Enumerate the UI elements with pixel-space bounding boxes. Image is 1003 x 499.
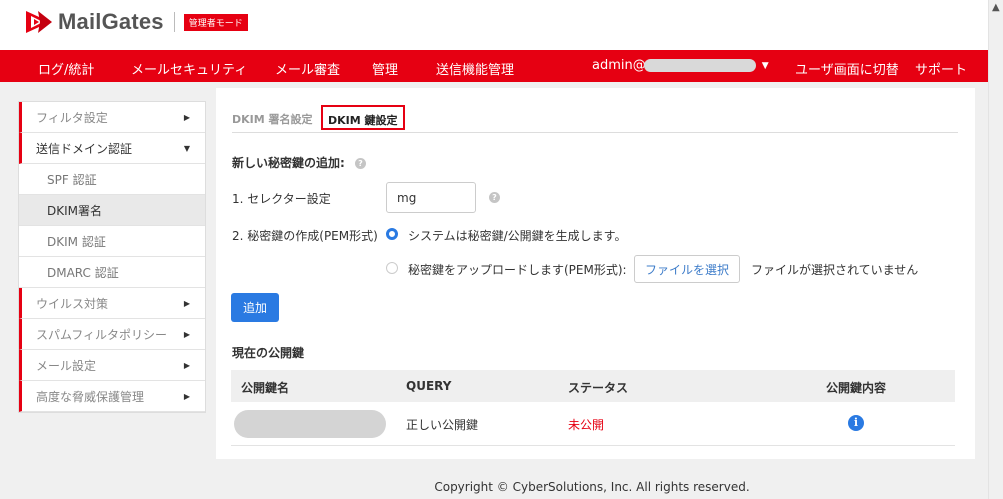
status-value: 未公開: [568, 418, 605, 432]
sidebar-item-antivirus[interactable]: ウイルス対策 ▶: [19, 288, 205, 319]
app-header: MailGates 管理者モード: [0, 0, 988, 50]
radio-generate-key[interactable]: [386, 228, 398, 240]
caret-right-icon: ▶: [183, 391, 190, 401]
nav-mail-security[interactable]: メールセキュリティ: [131, 59, 247, 78]
caret-right-icon: ▶: [183, 329, 190, 339]
logo-divider: [173, 12, 175, 32]
tab-bar: DKIM 署名設定 DKIM 鍵設定: [232, 105, 958, 133]
brand-name: MailGates: [58, 9, 164, 34]
sidebar-item-label: ウイルス対策: [36, 296, 109, 311]
option-upload-label: 秘密鍵をアップロードします(PEM形式):: [408, 263, 627, 277]
page-scrollbar[interactable]: ▲: [988, 0, 1003, 499]
table-row: 正しい公開鍵 未公開 i: [231, 402, 955, 446]
current-keys-title: 現在の公開鍵: [232, 346, 305, 360]
query-value: 正しい公開鍵: [406, 418, 479, 432]
add-key-title: 新しい秘密鍵の追加:: [232, 156, 345, 170]
redacted-key-name: [234, 410, 386, 438]
caret-right-icon: ▶: [183, 360, 190, 370]
sidebar-item-label: メール設定: [36, 358, 97, 373]
sidebar-item-label: 送信ドメイン認証: [36, 141, 133, 156]
file-status-text: ファイルが選択されていません: [751, 263, 919, 277]
sidebar-item-sender-auth[interactable]: 送信ドメイン認証 ▼: [19, 133, 205, 164]
column-header-key-content: 公開鍵内容: [826, 381, 887, 395]
sidebar-item-mail-settings[interactable]: メール設定 ▶: [19, 350, 205, 381]
scroll-up-icon[interactable]: ▲: [992, 2, 1000, 13]
sidebar-subitem-dkim-sign[interactable]: DKIM署名: [19, 195, 205, 226]
mailgates-logo-icon: [26, 11, 52, 33]
sidebar-item-label: フィルタ設定: [36, 110, 108, 125]
sidebar: フィルタ設定 ▶ 送信ドメイン認証 ▼ SPF 認証 DKIM署名 DKIM 認…: [18, 101, 206, 413]
choose-file-button[interactable]: ファイルを選択: [634, 255, 740, 283]
sidebar-item-threat-protection[interactable]: 高度な脅威保護管理 ▶: [19, 381, 205, 412]
admin-mode-badge: 管理者モード: [183, 13, 248, 31]
user-menu[interactable]: admin@ ▼: [592, 58, 769, 73]
nav-support[interactable]: サポート: [915, 59, 967, 78]
user-email-prefix: admin@: [592, 58, 646, 73]
main-navbar: ログ/統計 メールセキュリティ メール審査 管理 送信機能管理 admin@ ▼…: [0, 50, 988, 82]
table-header: 公開鍵名 QUERY ステータス 公開鍵内容: [231, 370, 955, 402]
private-key-label: 2. 秘密鍵の作成(PEM形式): [232, 229, 378, 243]
caret-down-icon: ▼: [183, 143, 190, 153]
column-header-key-name: 公開鍵名: [241, 381, 290, 395]
logo[interactable]: MailGates 管理者モード: [24, 9, 248, 35]
footer-copyright: Copyright © CyberSolutions, Inc. All rig…: [434, 480, 750, 494]
sidebar-subitem-spf[interactable]: SPF 認証: [19, 164, 205, 195]
tab-dkim-key-settings[interactable]: DKIM 鍵設定: [321, 105, 405, 130]
sidebar-subitem-dkim-auth[interactable]: DKIM 認証: [19, 226, 205, 257]
sidebar-item-label: スパムフィルタポリシー: [36, 327, 168, 342]
help-icon[interactable]: ?: [355, 158, 366, 169]
caret-right-icon: ▶: [183, 112, 190, 122]
add-key-section: 新しい秘密鍵の追加: ?: [232, 154, 366, 171]
public-key-table: 公開鍵名 QUERY ステータス 公開鍵内容 正しい公開鍵 未公開 i: [231, 370, 955, 446]
nav-send-function[interactable]: 送信機能管理: [436, 59, 514, 78]
nav-log-stats[interactable]: ログ/統計: [38, 59, 94, 78]
info-icon[interactable]: i: [848, 415, 864, 431]
sidebar-item-spam-policy[interactable]: スパムフィルタポリシー ▶: [19, 319, 205, 350]
caret-down-icon: ▼: [761, 60, 769, 71]
option-generate-label: システムは秘密鍵/公開鍵を生成します。: [408, 229, 627, 243]
column-header-status: ステータス: [568, 381, 629, 395]
selector-label: 1. セレクター設定: [232, 192, 331, 206]
nav-management[interactable]: 管理: [372, 59, 398, 78]
sidebar-item-label: 高度な脅威保護管理: [36, 389, 145, 404]
tab-dkim-sign-settings[interactable]: DKIM 署名設定: [232, 111, 313, 127]
column-header-query: QUERY: [406, 379, 452, 393]
sidebar-subitem-dmarc[interactable]: DMARC 認証: [19, 257, 205, 288]
nav-switch-user-view[interactable]: ユーザ画面に切替: [795, 59, 899, 78]
sidebar-item-filter[interactable]: フィルタ設定 ▶: [19, 102, 205, 133]
main-panel: DKIM 署名設定 DKIM 鍵設定 新しい秘密鍵の追加: ? 1. セレクター…: [216, 88, 975, 459]
caret-right-icon: ▶: [183, 298, 190, 308]
radio-upload-key[interactable]: [386, 262, 398, 274]
selector-input[interactable]: mg: [386, 182, 476, 213]
help-icon[interactable]: ?: [489, 192, 500, 203]
nav-mail-review[interactable]: メール審査: [275, 59, 340, 78]
redacted-email: [643, 59, 756, 72]
add-key-button[interactable]: 追加: [231, 293, 279, 322]
